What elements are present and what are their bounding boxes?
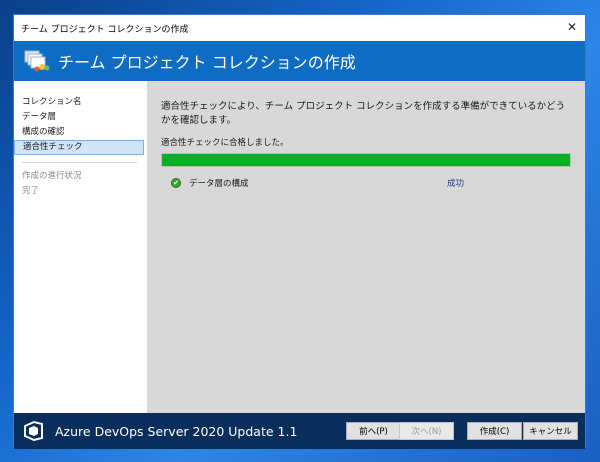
page-description: 適合性チェックにより、チーム プロジェクト コレクションを作成する準備ができてい… bbox=[161, 101, 566, 126]
check-row: ✔ データ層の構成 成功 bbox=[161, 175, 571, 191]
step-readiness-checks[interactable]: 適合性チェック bbox=[14, 140, 144, 155]
window-title: チーム プロジェクト コレクションの作成 bbox=[21, 24, 189, 35]
progress-fill bbox=[162, 154, 570, 166]
close-icon[interactable]: ✕ bbox=[565, 20, 579, 34]
header-banner: チーム プロジェクト コレクションの作成 bbox=[14, 41, 585, 81]
sidebar-divider bbox=[22, 162, 137, 163]
footer-bar: Azure DevOps Server 2020 Update 1.1 前へ(P… bbox=[14, 413, 585, 449]
create-button[interactable]: 作成(C) bbox=[467, 422, 522, 440]
step-collection-name[interactable]: コレクション名 bbox=[14, 95, 144, 110]
success-check-icon: ✔ bbox=[171, 178, 181, 188]
status-message: 適合性チェックに合格しました。 bbox=[161, 138, 289, 148]
wizard-steps-sidebar: コレクション名 データ層 構成の確認 適合性チェック 作成の進行状況 完了 bbox=[14, 81, 147, 413]
check-name: データ層の構成 bbox=[189, 179, 249, 189]
azure-devops-logo-icon bbox=[22, 419, 46, 443]
product-name: Azure DevOps Server 2020 Update 1.1 bbox=[55, 423, 298, 439]
step-progress: 作成の進行状況 bbox=[22, 171, 82, 181]
step-data-tier[interactable]: データ層 bbox=[14, 110, 144, 125]
progress-bar bbox=[161, 153, 571, 167]
step-review-config[interactable]: 構成の確認 bbox=[14, 125, 144, 140]
previous-button[interactable]: 前へ(P) bbox=[346, 422, 401, 440]
check-result: 成功 bbox=[447, 179, 465, 189]
step-complete: 完了 bbox=[22, 186, 40, 196]
dialog-window: チーム プロジェクト コレクションの作成 ✕ チーム プロジェクト コレクション… bbox=[13, 14, 586, 449]
banner-title: チーム プロジェクト コレクションの作成 bbox=[58, 53, 356, 72]
main-panel: 適合性チェックにより、チーム プロジェクト コレクションを作成する準備ができてい… bbox=[147, 81, 585, 413]
title-bar[interactable]: チーム プロジェクト コレクションの作成 ✕ bbox=[14, 15, 585, 41]
next-button[interactable]: 次へ(N) bbox=[399, 422, 454, 440]
team-collection-icon bbox=[22, 48, 50, 74]
cancel-button[interactable]: キャンセル bbox=[523, 422, 578, 440]
